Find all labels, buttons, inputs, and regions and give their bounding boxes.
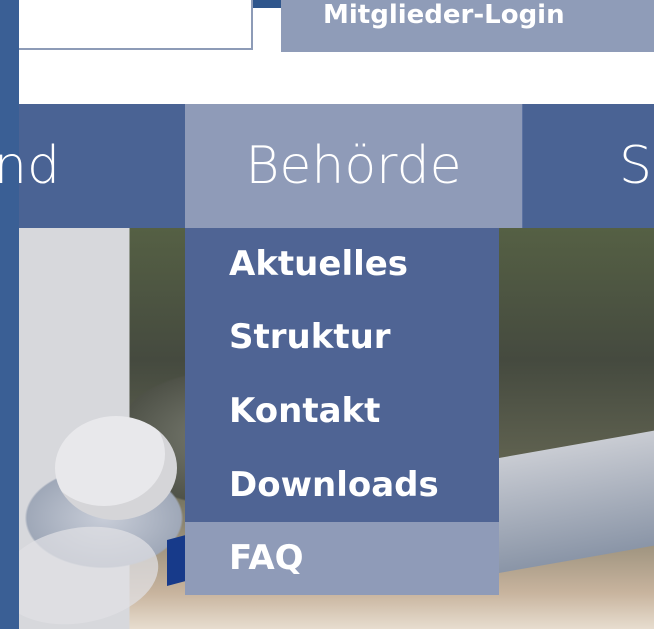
main-navigation: nd Behörde S — [0, 104, 654, 228]
behoerde-dropdown-menu: Aktuelles Struktur Kontakt Downloads FAQ — [185, 228, 499, 595]
menu-item-kontakt[interactable]: Kontakt — [185, 374, 499, 448]
menu-item-struktur[interactable]: Struktur — [185, 300, 499, 374]
airplane-nose-spinner — [55, 416, 177, 520]
nav-item-previous[interactable]: nd — [0, 104, 184, 228]
members-login-button[interactable]: Mitglieder-Login — [281, 0, 654, 52]
menu-item-downloads[interactable]: Downloads — [185, 448, 499, 522]
airplane-propeller — [19, 514, 167, 629]
airplane-wing — [499, 428, 654, 573]
search-input[interactable] — [19, 0, 253, 50]
left-edge-bar — [0, 0, 19, 629]
nav-item-behoerde[interactable]: Behörde — [185, 104, 522, 228]
menu-item-faq[interactable]: FAQ — [185, 522, 499, 595]
menu-item-aktuelles[interactable]: Aktuelles — [185, 228, 499, 300]
nav-item-next[interactable]: S — [522, 104, 654, 228]
